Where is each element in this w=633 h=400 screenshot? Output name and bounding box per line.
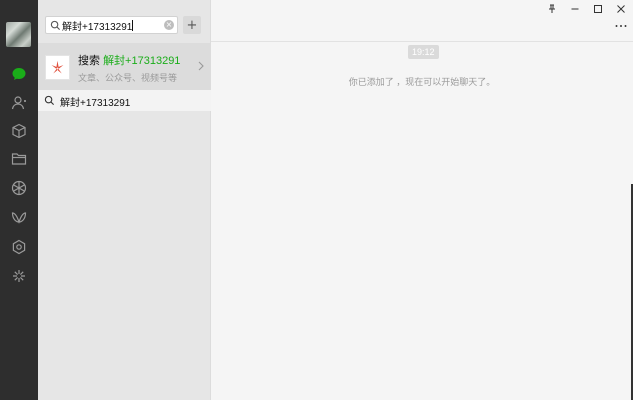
moments-icon[interactable] <box>9 178 29 198</box>
nav-rail <box>0 0 38 400</box>
contacts-icon[interactable] <box>9 93 29 113</box>
wechat-window: × + 搜索 解封+17313291 文章、公众号、视频号等 解封+173132… <box>0 0 633 400</box>
search-box[interactable]: × <box>45 16 178 34</box>
search-result-subtitle: 文章、公众号、视频号等 <box>78 73 178 83</box>
chat-area: 19:12 你已添加了 ，现在可以开始聊天了。 <box>211 0 633 400</box>
search-result-prefix: 搜索 <box>78 55 100 67</box>
maximize-icon[interactable] <box>590 2 606 16</box>
more-icon[interactable] <box>613 21 629 31</box>
clear-search-button[interactable]: × <box>164 20 174 30</box>
session-list: × + 搜索 解封+17313291 文章、公众号、视频号等 解封+173132… <box>38 0 211 400</box>
chevron-right-icon <box>198 61 204 71</box>
network-search-text: 解封+17313291 <box>60 98 131 109</box>
pin-icon[interactable] <box>544 2 560 16</box>
system-message: 你已添加了 ，现在可以开始聊天了。 <box>348 77 496 87</box>
search-result-card[interactable]: 搜索 解封+17313291 文章、公众号、视频号等 <box>38 43 211 90</box>
search-input[interactable] <box>62 17 162 33</box>
favorites-icon[interactable] <box>9 121 29 141</box>
mini-programs-icon[interactable] <box>9 237 29 257</box>
close-icon: × <box>165 20 173 29</box>
channels-icon[interactable] <box>9 208 29 228</box>
message-timestamp: 19:12 <box>408 45 439 59</box>
search-icon <box>44 95 55 106</box>
search-icon <box>50 20 61 31</box>
chat-header <box>211 0 633 42</box>
minimize-icon[interactable] <box>567 2 583 16</box>
avatar[interactable] <box>6 22 31 47</box>
close-window-icon[interactable] <box>613 2 629 16</box>
search-result-title: 搜索 解封+17313291 <box>78 52 180 68</box>
files-icon[interactable] <box>9 149 29 169</box>
chat-icon[interactable] <box>9 64 29 84</box>
settings-icon[interactable] <box>9 266 29 286</box>
search-result-highlight: 解封+17313291 <box>103 55 181 67</box>
network-search-row[interactable]: 解封+17313291 <box>38 90 211 111</box>
search-logo-icon <box>45 55 70 80</box>
add-button[interactable]: + <box>183 16 201 34</box>
text-caret <box>132 20 133 31</box>
